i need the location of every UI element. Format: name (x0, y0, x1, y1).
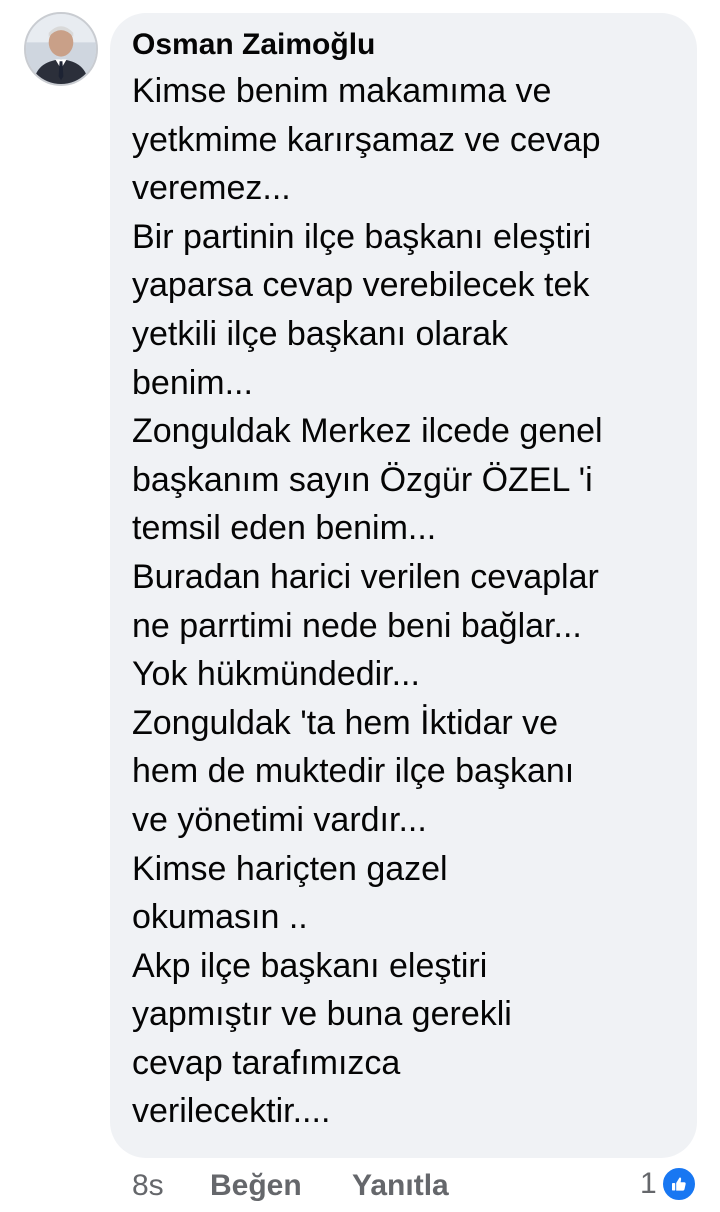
comment-timestamp[interactable]: 8s (132, 1168, 164, 1204)
comment-line: Akp ilçe başkanı eleştiri (132, 946, 488, 985)
comment-line: ne parrtimi nede beni bağlar... (132, 606, 582, 645)
avatar[interactable] (24, 12, 98, 86)
comment-line: benim... (132, 363, 253, 402)
comment-line: Buradan harici verilen cevaplar (132, 557, 599, 596)
comment-line: Kimse hariçten gazel (132, 849, 448, 888)
comment-line: temsil eden benim... (132, 509, 437, 548)
comment-body: Kimse benim makamıma ve yetkmime karırşa… (132, 67, 679, 1136)
avatar-image (26, 14, 96, 84)
comment-line: verilecektir.... (132, 1092, 331, 1131)
comment-line: yaparsa cevap verebilecek tek (132, 266, 590, 305)
thumbs-up-icon (660, 1166, 697, 1202)
comment-bubble: Osman Zaimoğlu Kimse benim makamıma ve y… (110, 13, 697, 1158)
comment-line: yetkmime karırşamaz ve cevap (132, 120, 601, 159)
comment-line: yapmıştır ve buna gerekli (132, 995, 512, 1034)
comment-line: hem de muktedir ilçe başkanı (132, 752, 575, 791)
reaction-summary[interactable]: 1 (640, 1164, 697, 1204)
comment-line: Kimse benim makamıma ve (132, 72, 552, 110)
comment-line: veremez... (132, 169, 291, 208)
comment-line: Bir partinin ilçe başkanı eleştiri (132, 217, 592, 256)
comment-line: Zonguldak 'ta hem İktidar ve (132, 703, 559, 742)
comment-line: Yok hükmündedir... (132, 655, 420, 694)
reaction-count: 1 (640, 1167, 657, 1200)
comment-line: Zonguldak Merkez ilcede genel (132, 412, 603, 451)
comment-line: okumasın .. (132, 898, 308, 937)
comment-line: ve yönetimi vardır... (132, 800, 427, 839)
like-button[interactable]: Beğen (210, 1168, 302, 1204)
comment-line: cevap tarafımızca (132, 1043, 401, 1082)
comment-author[interactable]: Osman Zaimoğlu (132, 25, 679, 65)
reply-button[interactable]: Yanıtla (352, 1168, 449, 1204)
comment-line: başkanım sayın Özgür ÖZEL 'i (132, 460, 593, 499)
comment-actions: 8s Beğen Yanıtla 1 (0, 1160, 720, 1212)
comment-line: yetkili ilçe başkanı olarak (132, 314, 509, 353)
